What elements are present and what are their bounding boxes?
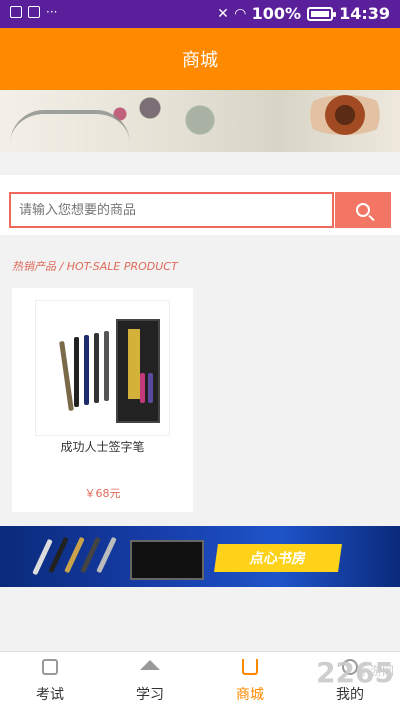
header-bar: 商城 bbox=[0, 28, 400, 90]
product-image bbox=[35, 300, 170, 436]
image-icon bbox=[28, 6, 40, 18]
tab-label: 学习 bbox=[136, 687, 164, 703]
tab-exam[interactable]: 考试 bbox=[0, 652, 100, 712]
lock-icon bbox=[10, 6, 22, 18]
more-notifications-icon: ··· bbox=[46, 5, 58, 19]
hero-dish-image bbox=[300, 95, 390, 135]
graduation-cap-icon bbox=[140, 660, 160, 670]
promo-label: 点心书房 bbox=[248, 551, 307, 567]
search-button[interactable] bbox=[335, 192, 391, 228]
clock: 14:39 bbox=[339, 4, 390, 23]
page-title: 商城 bbox=[182, 50, 218, 71]
status-left: ··· bbox=[10, 6, 57, 18]
promo-banner[interactable]: 点心书房 bbox=[0, 526, 400, 587]
status-bar: ··· ✕ ◠ 100% 14:39 bbox=[0, 0, 400, 28]
tab-label: 考试 bbox=[36, 687, 64, 703]
tab-study[interactable]: 学习 bbox=[100, 652, 200, 712]
battery-percent: 100% bbox=[251, 4, 302, 23]
hero-bridge-illustration bbox=[10, 110, 130, 144]
wifi-icon: ◠ bbox=[234, 5, 246, 22]
watermark-subtext: 手游网 bbox=[357, 664, 394, 678]
search-area bbox=[0, 175, 400, 235]
hero-banner[interactable] bbox=[0, 90, 400, 152]
cart-icon bbox=[242, 659, 258, 675]
tab-label: 商城 bbox=[236, 687, 264, 703]
search-icon bbox=[356, 203, 370, 217]
promo-cta[interactable]: 点心书房 bbox=[214, 544, 342, 572]
tab-mall[interactable]: 商城 bbox=[200, 652, 300, 712]
status-right: ✕ ◠ 100% 14:39 bbox=[217, 4, 390, 23]
section-title: 热销产品 / HOT-SALE PRODUCT bbox=[12, 260, 178, 273]
product-price: ￥68元 bbox=[84, 487, 121, 500]
box-label bbox=[128, 329, 140, 399]
promo-product-image bbox=[30, 532, 210, 580]
product-name: 成功人士签字笔 bbox=[60, 440, 145, 454]
battery-icon bbox=[307, 6, 337, 21]
mute-icon: ✕ bbox=[217, 5, 229, 22]
site-watermark: 2265 手游网 bbox=[316, 656, 394, 689]
product-card[interactable]: 成功人士签字笔 ￥68元 bbox=[12, 288, 193, 512]
checkbox-icon bbox=[42, 659, 58, 675]
search-input[interactable] bbox=[9, 192, 334, 228]
